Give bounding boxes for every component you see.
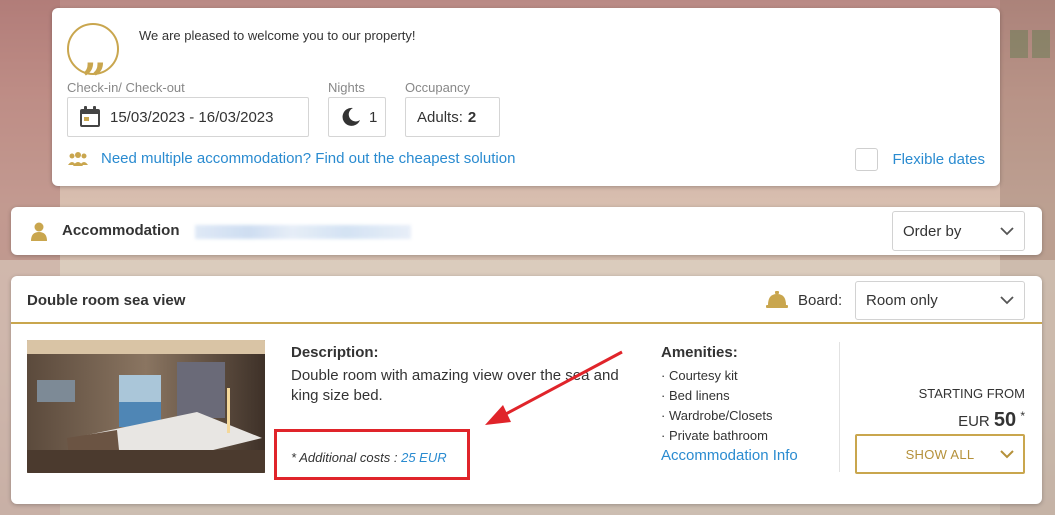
amenity-item: Courtesy kit [661,366,773,386]
divider [839,342,840,472]
board-value: Room only [866,292,938,309]
quote-icon: ,, [67,23,119,76]
price-currency: EUR [958,413,990,430]
price-amount: 50 [993,409,1017,431]
room-price: EUR 50 * [958,409,1025,432]
accommodation-label: Accommodation [62,222,180,239]
accommodation-bar: Accommodation Order by [11,207,1042,255]
show-all-label: SHOW ALL [905,446,975,462]
redacted-property-name [195,225,411,239]
nights-value: 1 [369,108,378,126]
show-all-button[interactable]: SHOW ALL [855,434,1025,474]
amenities-list: Courtesy kit Bed linens Wardrobe/Closets… [661,366,773,446]
nights-field[interactable]: 1 [328,97,386,137]
checkin-label: Check-in/ Check-out [67,80,185,95]
flexible-dates-label[interactable]: Flexible dates [892,151,985,168]
adults-label: Adults: [417,108,463,126]
search-panel: ,, We are pleased to welcome you to our … [52,8,1000,186]
flexible-dates-checkbox[interactable] [855,148,879,171]
multi-accommodation-row: Need multiple accommodation? Find out th… [67,150,515,167]
room-description: Double room with amazing view over the s… [291,367,619,404]
order-by-value: Order by [903,222,962,240]
nights-label: Nights [328,80,365,95]
amenity-item: Wardrobe/Closets [661,406,773,426]
chevron-down-icon [1000,292,1014,309]
person-icon [31,222,47,241]
room-header: Double room sea view Board: Room only [11,276,1042,324]
welcome-message: We are pleased to welcome you to our pro… [139,28,416,43]
moon-icon [341,107,361,127]
adults-count: 2 [467,108,477,126]
board-label: Board: [798,292,843,309]
multi-accommodation-link[interactable]: Need multiple accommodation? Find out th… [101,150,515,167]
accommodation-info-link[interactable]: Accommodation Info [661,447,798,464]
service-bell-icon [765,290,789,310]
order-by-select[interactable]: Order by [892,211,1025,251]
room-photo[interactable] [27,340,265,473]
board-select[interactable]: Room only [855,281,1025,320]
description-title: Description: [291,344,379,361]
amenity-item: Private bathroom [661,426,773,446]
annotation-highlight-box [274,429,470,480]
occupancy-label: Occupancy [405,80,471,95]
amenity-item: Bed linens [661,386,773,406]
calendar-icon [79,106,101,128]
chevron-down-icon [1000,223,1014,240]
occupancy-field[interactable]: Adults: 2 [405,97,500,137]
starting-from-label: STARTING FROM [918,386,1025,401]
price-asterisk: * [1020,409,1025,423]
group-icon [67,151,89,167]
amenities-title: Amenities: [661,344,738,361]
date-range-value: 15/03/2023 - 16/03/2023 [110,108,274,126]
chevron-down-icon [999,446,1015,465]
room-title: Double room sea view [27,292,186,309]
room-card: Double room sea view Board: Room only De… [11,276,1042,504]
date-range-field[interactable]: 15/03/2023 - 16/03/2023 [67,97,309,137]
flexible-dates-row: Flexible dates [855,148,985,171]
